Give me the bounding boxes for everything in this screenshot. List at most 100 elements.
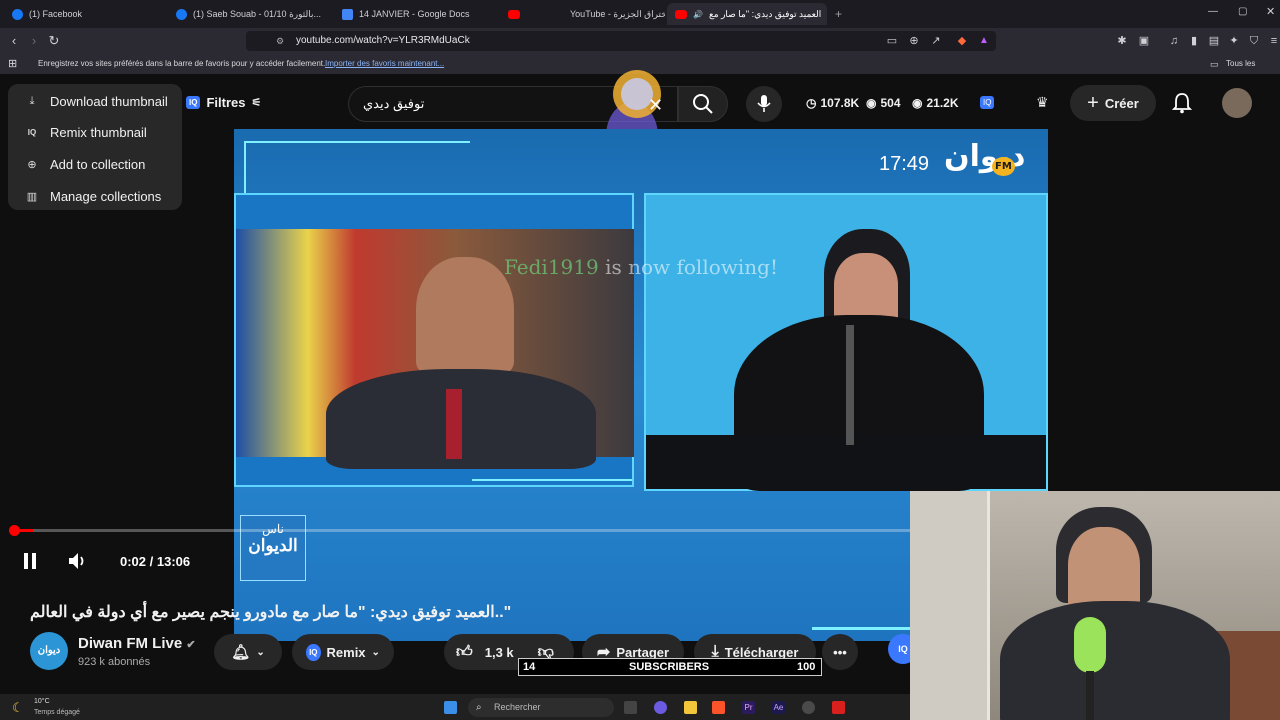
like-icon[interactable]: 👍︎ bbox=[456, 643, 473, 662]
brave-icon[interactable] bbox=[712, 701, 725, 714]
pause-icon[interactable] bbox=[22, 552, 38, 570]
create-button[interactable]: + Créer bbox=[1070, 85, 1156, 121]
address-bar-row: ‹ › ↻ ⚑ ⚙ youtube.com/watch?v=YLR3RMdUaC… bbox=[0, 28, 1280, 54]
chevron-down-icon: ⌄ bbox=[256, 646, 265, 658]
obs-icon[interactable] bbox=[802, 701, 815, 714]
wallet-icon[interactable]: ▤ bbox=[1206, 33, 1222, 49]
channel-name[interactable]: Diwan FM Live ✔ bbox=[78, 635, 196, 652]
menu-manage-collections[interactable]: ▥ Manage collections bbox=[8, 181, 182, 211]
minimize-icon[interactable]: — bbox=[1208, 6, 1218, 17]
frame-decoration bbox=[244, 141, 246, 193]
subscriber-goal-bar: 14 SUBSCRIBERS 100 bbox=[518, 658, 822, 676]
speaker-icon[interactable]: 🔊 bbox=[693, 10, 703, 19]
sliders-icon: ⚟ bbox=[251, 97, 262, 109]
forward-icon[interactable]: › bbox=[26, 33, 42, 49]
microphone-icon bbox=[757, 95, 771, 112]
menu-icon[interactable]: ≡ bbox=[1266, 33, 1280, 49]
time-display: 0:02 / 13:06 bbox=[120, 554, 191, 569]
search-icon bbox=[693, 94, 713, 114]
start-icon[interactable] bbox=[444, 701, 457, 714]
extensions-icon[interactable]: ✱ bbox=[1114, 33, 1130, 49]
vpn-icon[interactable]: ⛉ bbox=[1246, 33, 1262, 49]
cast-icon[interactable]: ▭ bbox=[884, 33, 900, 49]
frame-decoration bbox=[812, 627, 912, 630]
windows-taskbar: ☾ 10°C Temps dégagé ⌕ Rechercher Pr Ae bbox=[0, 694, 910, 720]
trophy-icon[interactable]: ♛ bbox=[1036, 94, 1049, 111]
maximize-icon[interactable]: ▢ bbox=[1238, 6, 1247, 17]
menu-add-to-collection[interactable]: ⊕ Add to collection bbox=[8, 149, 182, 179]
premiere-icon[interactable]: Pr bbox=[742, 701, 755, 714]
sidebar-icon[interactable]: ▮ bbox=[1186, 33, 1202, 49]
download-icon: ⤓ bbox=[29, 94, 35, 107]
weather-temp: 10°C bbox=[34, 698, 50, 705]
eye-icon: ◉ bbox=[866, 96, 877, 110]
tab-label: 14 JANVIER - Google Docs bbox=[359, 9, 470, 19]
weather-text: Temps dégagé bbox=[34, 709, 80, 716]
tab-google-docs[interactable]: 14 JANVIER - Google Docs bbox=[334, 3, 499, 25]
avatar[interactable] bbox=[1222, 88, 1252, 118]
iq-icon: IQ bbox=[27, 127, 37, 137]
new-tab-icon[interactable]: + bbox=[835, 7, 842, 21]
diwan-fm-logo: ديوان FM bbox=[944, 139, 1025, 176]
site-info-icon[interactable]: ⚙ bbox=[276, 31, 284, 51]
import-bookmarks-link[interactable]: Importer des favoris maintenant... bbox=[325, 54, 444, 74]
tab-youtube-active[interactable]: 🔊 العميد توفيق ديدي: "ما صار مع ✕ bbox=[667, 3, 827, 25]
zoom-icon[interactable]: ⊕ bbox=[906, 33, 922, 49]
menu-label: Remix thumbnail bbox=[50, 124, 147, 140]
stat-watching: ◉ 504 bbox=[866, 96, 901, 110]
close-window-icon[interactable]: ✕ bbox=[1266, 5, 1275, 18]
plus-icon: + bbox=[1087, 91, 1099, 114]
apps-grid-icon[interactable]: ⊞ bbox=[8, 54, 17, 74]
reload-icon[interactable]: ↻ bbox=[46, 33, 62, 49]
tab-label: (1) Saeb Souab - 01/10 بالثورة... bbox=[193, 8, 322, 19]
tab-youtube-aljazeera[interactable]: YouTube - الاختراق الجزيرة bbox=[500, 3, 665, 25]
search-button[interactable] bbox=[678, 86, 728, 122]
folder-icon: ▭ bbox=[1210, 59, 1219, 69]
brave-rewards-icon[interactable]: ▲ bbox=[976, 33, 992, 49]
copilot-icon[interactable] bbox=[654, 701, 667, 714]
window-frame bbox=[910, 491, 990, 720]
back-icon[interactable]: ‹ bbox=[6, 33, 22, 49]
clock-icon: ◷ bbox=[806, 96, 817, 110]
subscribed-bell-button[interactable]: 🔔︎ ⌄ bbox=[214, 634, 282, 670]
microphone-stand bbox=[846, 325, 854, 445]
facebook-icon bbox=[176, 8, 187, 20]
screenshot-icon[interactable]: ▣ bbox=[1136, 33, 1152, 49]
follow-alert: Fedi1919 is now following! bbox=[504, 255, 778, 279]
chevron-down-icon: ⌄ bbox=[371, 646, 380, 658]
file-explorer-icon[interactable] bbox=[684, 701, 697, 714]
stat-views: ◷ 107.8K bbox=[806, 96, 859, 110]
acrobat-icon[interactable] bbox=[832, 701, 845, 714]
volume-icon[interactable] bbox=[68, 552, 88, 570]
search-value: توفيق ديدي bbox=[363, 96, 425, 111]
taskbar-search[interactable]: ⌕ Rechercher bbox=[468, 698, 614, 717]
notifications-bell-icon[interactable] bbox=[1172, 92, 1192, 114]
brave-shield-icon[interactable]: ◆ bbox=[954, 33, 970, 49]
more-icon: ••• bbox=[833, 644, 847, 660]
music-icon[interactable]: ♫ bbox=[1166, 33, 1182, 49]
task-view-icon[interactable] bbox=[624, 701, 637, 714]
search-icon: ⌕ bbox=[476, 702, 482, 713]
weather-icon: ☾ bbox=[12, 700, 24, 715]
menu-download-thumbnail[interactable]: ⤓ Download thumbnail bbox=[8, 86, 182, 116]
tab-facebook-saeb[interactable]: (1) Saeb Souab - 01/10 بالثورة... bbox=[168, 3, 333, 25]
voice-search-button[interactable] bbox=[746, 86, 782, 122]
iq-icon[interactable]: IQ bbox=[980, 96, 995, 109]
like-count: 1,3 k bbox=[484, 644, 514, 660]
leo-icon[interactable]: ✦ bbox=[1226, 33, 1242, 49]
goal-target: 100 bbox=[797, 661, 816, 673]
share-icon[interactable]: ↗ bbox=[928, 33, 944, 49]
bell-icon: 🔔︎ bbox=[231, 644, 251, 661]
menu-label: Download thumbnail bbox=[50, 93, 168, 109]
filters-button[interactable]: IQ Filtres ⚟ bbox=[186, 95, 261, 110]
progress-bar[interactable] bbox=[9, 525, 1048, 536]
after-effects-icon[interactable]: Ae bbox=[772, 701, 785, 714]
progress-scrubber[interactable] bbox=[9, 525, 20, 536]
facebook-icon bbox=[12, 8, 23, 20]
menu-remix-thumbnail[interactable]: IQ Remix thumbnail bbox=[8, 117, 182, 147]
remix-button[interactable]: IQ Remix ⌄ bbox=[292, 634, 394, 670]
channel-avatar[interactable]: ديوان bbox=[30, 632, 68, 670]
tab-facebook[interactable]: (1) Facebook bbox=[4, 3, 164, 25]
clear-search-icon[interactable]: ✕ bbox=[648, 95, 663, 116]
more-actions-button[interactable]: ••• bbox=[822, 634, 858, 670]
